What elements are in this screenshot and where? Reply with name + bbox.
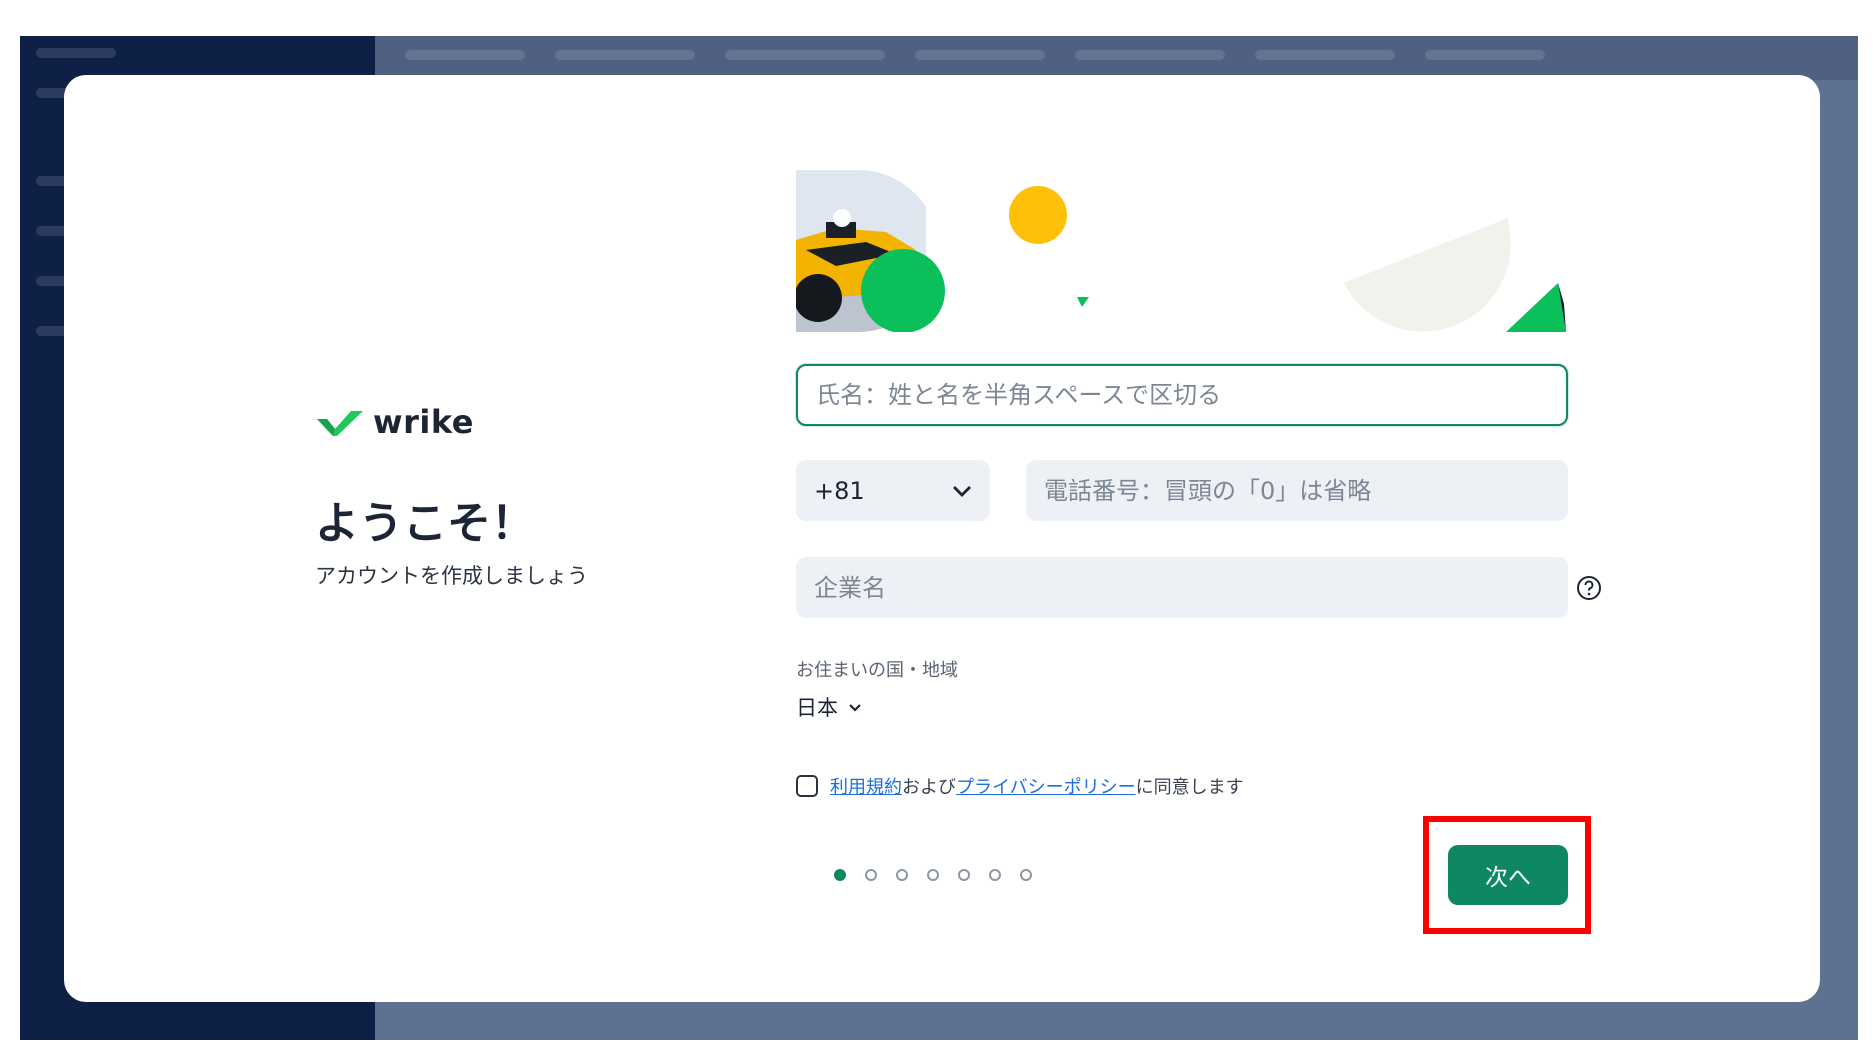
- help-question-icon[interactable]: [1576, 575, 1602, 601]
- region-select[interactable]: 日本: [796, 692, 862, 722]
- wrike-logo: wrike: [315, 403, 474, 441]
- step-dot: [927, 869, 939, 881]
- checkmark-logo-icon: [317, 411, 363, 436]
- step-dot: [1020, 869, 1032, 881]
- step-dot: [865, 869, 877, 881]
- hero-illustration: [796, 170, 1566, 332]
- terms-agreement-text: 利用規約およびプライバシーポリシーに同意します: [830, 773, 1244, 799]
- company-name-input[interactable]: [796, 557, 1568, 618]
- privacy-policy-link[interactable]: プライバシーポリシー: [956, 777, 1136, 798]
- blur-strip: [405, 50, 525, 60]
- logo-wordmark: wrike: [373, 403, 474, 441]
- annotation-highlight-box: [1423, 816, 1591, 934]
- chevron-down-icon: [953, 485, 971, 497]
- terms-checkbox[interactable]: [796, 775, 818, 797]
- step-dot-current: [834, 869, 846, 881]
- terms-of-service-link[interactable]: 利用規約: [830, 777, 902, 798]
- region-value: 日本: [796, 696, 838, 720]
- blur-strip: [1075, 50, 1225, 60]
- agreement-suffix: に同意します: [1135, 777, 1244, 798]
- step-dot: [958, 869, 970, 881]
- phone-number-input[interactable]: [1026, 460, 1568, 521]
- welcome-title: ようこそ！: [315, 498, 535, 549]
- agreement-conjunction: および: [902, 777, 956, 798]
- green-circle-shape: [861, 249, 945, 332]
- small-triangle-shape: [1077, 297, 1089, 307]
- blur-strip: [725, 50, 885, 60]
- background-topbar: [375, 36, 1858, 80]
- yellow-circle-shape: [1009, 186, 1067, 244]
- blur-strip: [1255, 50, 1395, 60]
- blur-strip: [555, 50, 695, 60]
- chevron-down-icon: [849, 703, 861, 712]
- welcome-subtitle: アカウントを作成しましょう: [315, 564, 588, 588]
- country-code-select[interactable]: +81: [796, 460, 990, 521]
- region-label: お住まいの国・地域: [796, 660, 958, 681]
- green-triangle-shape: [1506, 283, 1566, 332]
- step-indicator: [834, 869, 1032, 881]
- step-dot: [896, 869, 908, 881]
- step-dot: [989, 869, 1001, 881]
- blur-strip: [36, 48, 116, 58]
- terms-agreement-row: 利用規約およびプライバシーポリシーに同意します: [796, 773, 1244, 799]
- full-name-input[interactable]: [796, 364, 1568, 426]
- blur-strip: [1425, 50, 1545, 60]
- blur-strip: [915, 50, 1045, 60]
- country-code-value: +81: [814, 476, 865, 505]
